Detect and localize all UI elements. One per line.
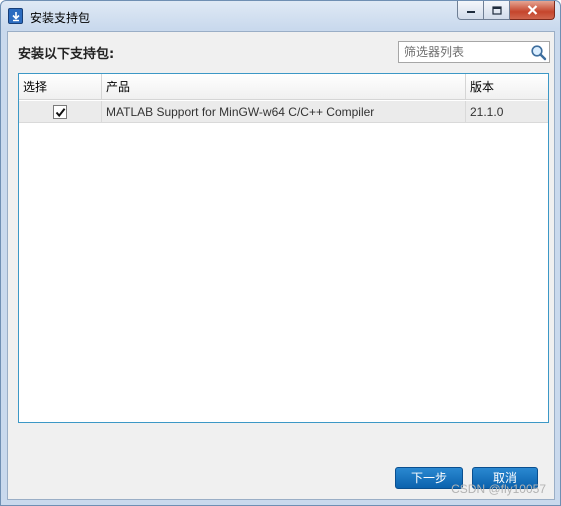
watermark-text: CSDN @fly10057 <box>451 482 546 496</box>
minimize-icon <box>466 11 475 13</box>
dialog-body: 安装以下支持包: 选择 产品 版本 <box>7 31 555 500</box>
install-support-package-window: 安装支持包 安装以下支持包: 筛选器列表 选择 产品 版本 MATLAB Sup… <box>0 0 561 506</box>
product-cell: MATLAB Support for MinGW-w64 C/C++ Compi… <box>102 101 466 123</box>
install-header-label: 安装以下支持包: <box>18 47 115 62</box>
minimize-button[interactable] <box>457 1 484 20</box>
close-button[interactable] <box>510 1 555 20</box>
close-icon <box>527 5 537 15</box>
window-title: 安装支持包 <box>30 11 91 25</box>
title-bar[interactable]: 安装支持包 <box>1 1 560 31</box>
column-header-version[interactable]: 版本 <box>466 74 548 100</box>
support-package-table: 选择 产品 版本 MATLAB Support for MinGW-w64 C/… <box>18 73 549 423</box>
package-checkbox[interactable] <box>53 105 67 119</box>
column-header-select[interactable]: 选择 <box>19 74 102 100</box>
checkmark-icon <box>55 108 66 118</box>
window-controls <box>457 1 555 20</box>
column-header-product[interactable]: 产品 <box>102 74 466 100</box>
table-header: 选择 产品 版本 <box>19 74 548 100</box>
maximize-icon <box>491 5 502 15</box>
filter-input[interactable] <box>399 42 527 62</box>
version-cell: 21.1.0 <box>470 105 504 119</box>
select-cell <box>19 101 102 123</box>
maximize-button[interactable] <box>484 1 510 20</box>
filter-box[interactable] <box>398 41 550 63</box>
table-row[interactable]: MATLAB Support for MinGW-w64 C/C++ Compi… <box>19 101 548 123</box>
search-icon[interactable] <box>530 44 547 61</box>
download-app-icon <box>8 8 23 24</box>
